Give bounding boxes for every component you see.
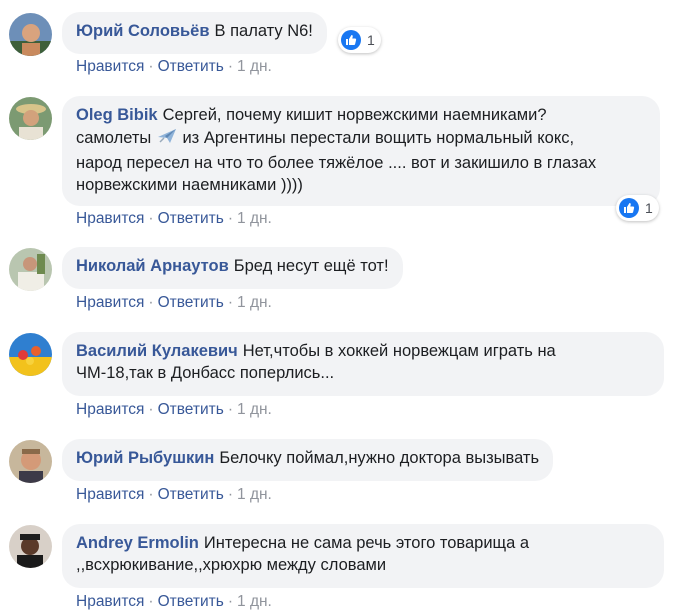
avatar[interactable]: [9, 525, 52, 568]
comment-bubble: Юрий Рыбушкин Белочку поймал,нужно доктор…: [62, 439, 554, 481]
comment-time[interactable]: 1 дн.: [237, 486, 272, 503]
reply-link[interactable]: Ответить: [158, 210, 224, 227]
comment-author[interactable]: Oleg Bibik: [76, 106, 158, 124]
like-link[interactable]: Нравится: [76, 401, 144, 418]
comment-author[interactable]: Василий Кулакевич: [76, 342, 238, 360]
like-link[interactable]: Нравится: [76, 294, 144, 311]
reply-link[interactable]: Ответить: [158, 401, 224, 418]
comment-actions: Нравится · Ответить · 1 дн.: [76, 593, 272, 610]
avatar[interactable]: [9, 333, 52, 376]
comment-text: Бред несут ещё тот!: [233, 257, 389, 275]
reply-link[interactable]: Ответить: [158, 486, 224, 503]
like-link[interactable]: Нравится: [76, 210, 144, 227]
comment-actions: Нравится · Ответить · 1 дн.: [76, 58, 272, 75]
reply-link[interactable]: Ответить: [158, 58, 224, 75]
comment-bubble: Василий Кулакевич Нет,чтобы в хоккей норв…: [62, 332, 664, 396]
reaction-count[interactable]: 1: [338, 27, 381, 53]
comment-bubble: Andrey Ermolin Интересна не сама речь это…: [62, 524, 664, 588]
like-link[interactable]: Нравится: [76, 486, 144, 503]
avatar[interactable]: [9, 440, 52, 483]
comment-bubble: Николай Арнаутов Бред несут ещё тот!: [62, 247, 403, 289]
comment-text: В палату N6!: [214, 22, 313, 40]
like-link[interactable]: Нравится: [76, 593, 144, 610]
avatar[interactable]: [9, 248, 52, 291]
comment-text-line: Интересна не сама речь этого товарища а: [203, 534, 530, 552]
comment-text-line: Нет,чтобы в хоккей норвежцам играть на: [242, 342, 556, 360]
avatar[interactable]: [9, 13, 52, 56]
comment-time[interactable]: 1 дн.: [237, 58, 272, 75]
comment-author[interactable]: Andrey Ermolin: [76, 534, 199, 552]
comment-time[interactable]: 1 дн.: [237, 210, 272, 227]
comment-actions: Нравится · Ответить · 1 дн.: [76, 401, 272, 418]
reaction-count[interactable]: 1: [616, 195, 659, 221]
thumbs-up-icon: [619, 198, 639, 218]
thumbs-up-icon: [341, 30, 361, 50]
airplane-emoji-icon: [156, 126, 178, 152]
comment-actions: Нравится · Ответить · 1 дн.: [76, 486, 272, 503]
comment-bubble: Юрий Соловьёв В палату N6!: [62, 12, 327, 54]
comment-author[interactable]: Юрий Рыбушкин: [76, 449, 214, 467]
comment-time[interactable]: 1 дн.: [237, 593, 272, 610]
comment-bubble: Oleg Bibik Сергей, почему кишит норвежски…: [62, 96, 660, 206]
comment-text: Белочку поймал,нужно доктора вызывать: [219, 449, 540, 467]
reply-link[interactable]: Ответить: [158, 593, 224, 610]
comment-text-line: Сергей, почему кишит норвежскими наемник…: [162, 106, 547, 124]
comment-actions: Нравится · Ответить · 1 дн.: [76, 210, 272, 227]
reply-link[interactable]: Ответить: [158, 294, 224, 311]
like-link[interactable]: Нравится: [76, 58, 144, 75]
comment-time[interactable]: 1 дн.: [237, 401, 272, 418]
avatar[interactable]: [9, 97, 52, 140]
comment-actions: Нравится · Ответить · 1 дн.: [76, 294, 272, 311]
comment-time[interactable]: 1 дн.: [237, 294, 272, 311]
comment-author[interactable]: Николай Арнаутов: [76, 257, 229, 275]
comment-author[interactable]: Юрий Соловьёв: [76, 22, 210, 40]
